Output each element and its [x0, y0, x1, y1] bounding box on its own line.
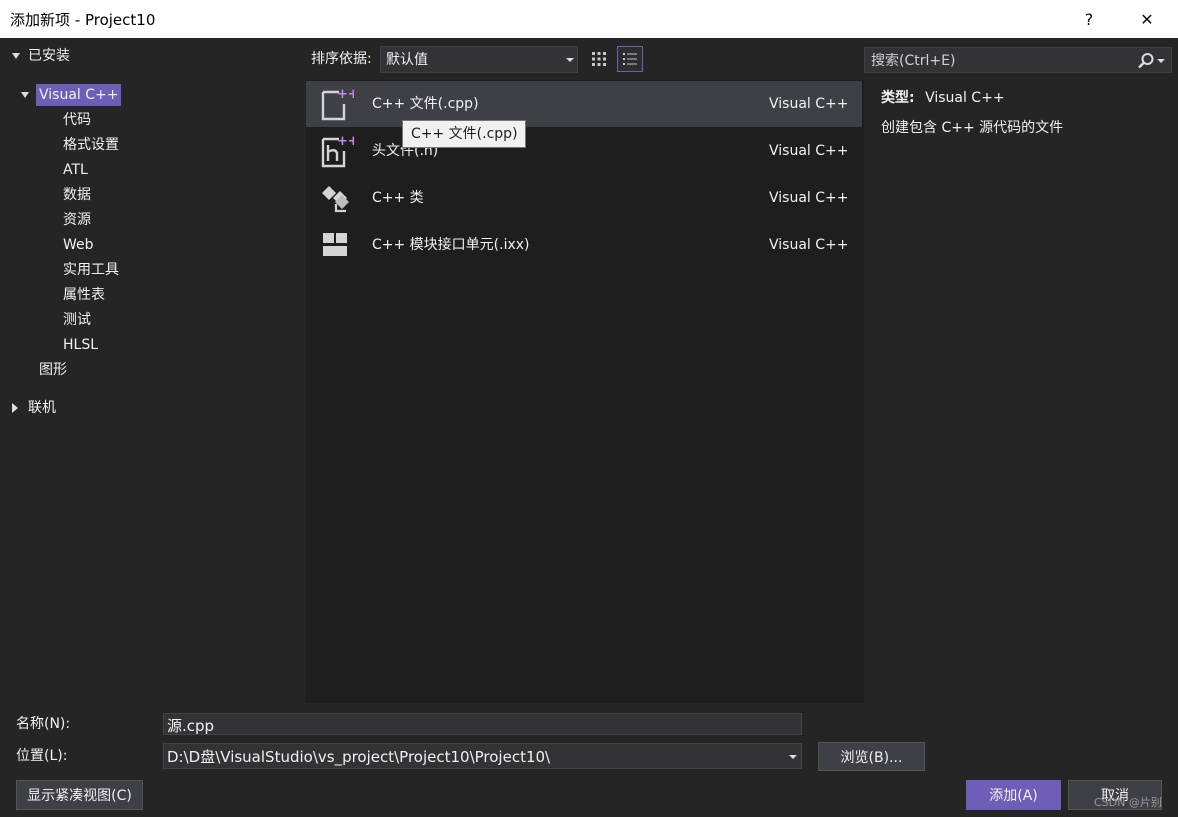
tree-item-graphics[interactable]: 图形 — [39, 359, 67, 381]
add-button[interactable]: 添加(A) — [966, 780, 1061, 810]
title-bar: 添加新项 - Project10 ? ✕ — [0, 0, 1178, 38]
expand-down-icon[interactable] — [12, 53, 20, 59]
location-label: 位置(L): — [16, 748, 68, 764]
tree-item-property-sheets[interactable]: 属性表 — [63, 284, 105, 306]
list-view-button[interactable] — [617, 46, 643, 72]
search-box[interactable]: 搜索(Ctrl+E) — [864, 47, 1172, 73]
template-lang: Visual C++ — [769, 96, 849, 112]
cpp-file-icon: ++ — [321, 87, 354, 121]
sort-dropdown-value: 默认值 — [386, 52, 428, 68]
detail-type: 类型: Visual C++ — [881, 88, 1005, 108]
sort-by-label: 排序依据: — [311, 51, 372, 67]
module-interface-icon — [323, 233, 347, 256]
browse-button[interactable]: 浏览(B)... — [818, 742, 925, 771]
search-icon[interactable] — [1137, 52, 1155, 70]
template-list: ++ C++ 文件(.cpp) Visual C++ ++ 头文件(.h) Vi… — [306, 80, 864, 703]
tree-item-utility[interactable]: 实用工具 — [63, 259, 119, 281]
tree-item-formatting[interactable]: 格式设置 — [63, 134, 119, 156]
template-lang: Visual C++ — [769, 237, 849, 253]
name-input-value: 源.cpp — [167, 717, 215, 735]
template-name: C++ 文件(.cpp) — [372, 96, 479, 112]
chevron-down-icon — [566, 58, 574, 62]
header-file-icon: ++ — [321, 134, 354, 168]
tooltip: C++ 文件(.cpp) — [402, 120, 526, 148]
tree-item-test[interactable]: 测试 — [63, 309, 91, 331]
tree-item-atl[interactable]: ATL — [63, 159, 88, 181]
location-dropdown[interactable]: D:\D盘\VisualStudio\vs_project\Project10\… — [163, 743, 802, 769]
cpp-class-icon — [322, 186, 349, 213]
template-item-cpp-file[interactable]: ++ C++ 文件(.cpp) Visual C++ — [306, 81, 862, 127]
detail-type-label: 类型: — [881, 90, 915, 106]
tree-item-code[interactable]: 代码 — [63, 109, 91, 131]
expand-down-icon[interactable] — [21, 92, 29, 98]
expand-right-icon[interactable] — [12, 403, 18, 413]
search-options-chevron-icon[interactable] — [1157, 59, 1165, 63]
tree-item-resource[interactable]: 资源 — [63, 209, 91, 231]
tree-item-data[interactable]: 数据 — [63, 184, 91, 206]
template-item-cpp-class[interactable]: C++ 类 Visual C++ — [306, 175, 862, 221]
close-button[interactable]: ✕ — [1124, 0, 1170, 38]
grid-view-button[interactable] — [586, 46, 612, 72]
tree-node-visual-cpp[interactable]: Visual C++ — [20, 84, 140, 106]
tree-node-online[interactable]: 联机 — [10, 397, 110, 419]
sort-dropdown[interactable]: 默认值 — [380, 46, 578, 73]
tree-node-installed[interactable]: 已安装 — [10, 45, 130, 67]
tree-item-web[interactable]: Web — [63, 234, 94, 256]
template-lang: Visual C++ — [769, 190, 849, 206]
tree-item-hlsl[interactable]: HLSL — [63, 334, 98, 356]
tree-label-visual-cpp: Visual C++ — [36, 84, 122, 106]
name-input[interactable]: 源.cpp — [163, 713, 802, 735]
detail-description: 创建包含 C++ 源代码的文件 — [881, 120, 1064, 136]
category-tree: 已安装 Visual C++ 代码 格式设置 ATL 数据 资源 Web 实用工… — [0, 38, 300, 703]
window-title: 添加新项 - Project10 — [10, 11, 156, 29]
grid-view-icon — [592, 52, 606, 66]
search-input[interactable]: 搜索(Ctrl+E) — [871, 51, 955, 71]
compact-view-button[interactable]: 显示紧凑视图(C) — [16, 780, 143, 810]
list-view-icon — [623, 53, 637, 65]
template-name: C++ 类 — [372, 190, 424, 206]
name-label: 名称(N): — [16, 716, 71, 732]
detail-type-value: Visual C++ — [925, 90, 1005, 106]
template-lang: Visual C++ — [769, 143, 849, 159]
tree-label-installed: 已安装 — [28, 48, 70, 64]
watermark: CSDN @片别 — [1094, 796, 1162, 809]
help-button[interactable]: ? — [1066, 0, 1112, 38]
location-value: D:\D盘\VisualStudio\vs_project\Project10\… — [167, 748, 551, 766]
template-item-module-interface[interactable]: C++ 模块接口单元(.ixx) Visual C++ — [306, 222, 862, 268]
template-name: C++ 模块接口单元(.ixx) — [372, 237, 530, 253]
svg-text:++: ++ — [337, 134, 354, 149]
template-item-header-file[interactable]: ++ 头文件(.h) Visual C++ — [306, 128, 862, 174]
chevron-down-icon — [789, 755, 797, 759]
tree-label-online: 联机 — [28, 400, 56, 416]
svg-text:++: ++ — [337, 87, 354, 102]
